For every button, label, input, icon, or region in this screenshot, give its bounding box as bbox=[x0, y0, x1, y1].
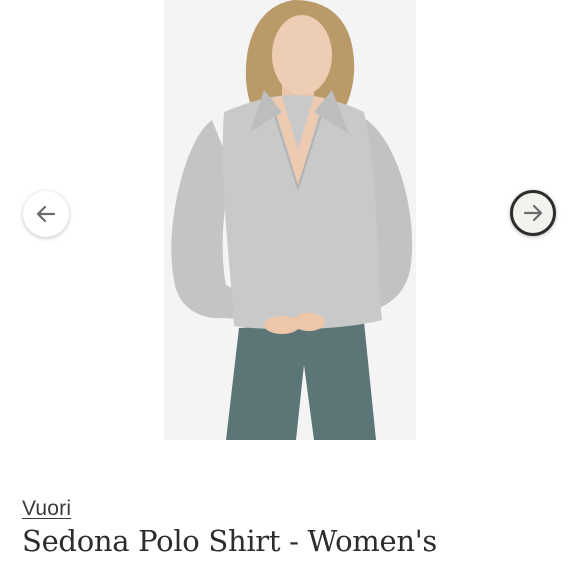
arrow-right-icon bbox=[523, 204, 543, 222]
next-image-button[interactable] bbox=[510, 190, 556, 236]
arrow-left-icon bbox=[36, 205, 56, 223]
brand-link[interactable]: Vuori bbox=[22, 497, 71, 521]
product-photo[interactable] bbox=[164, 0, 416, 440]
product-image-gallery bbox=[0, 0, 580, 450]
model-illustration bbox=[164, 0, 416, 440]
product-title: Sedona Polo Shirt - Women's bbox=[22, 524, 437, 558]
previous-image-button[interactable] bbox=[23, 191, 69, 237]
